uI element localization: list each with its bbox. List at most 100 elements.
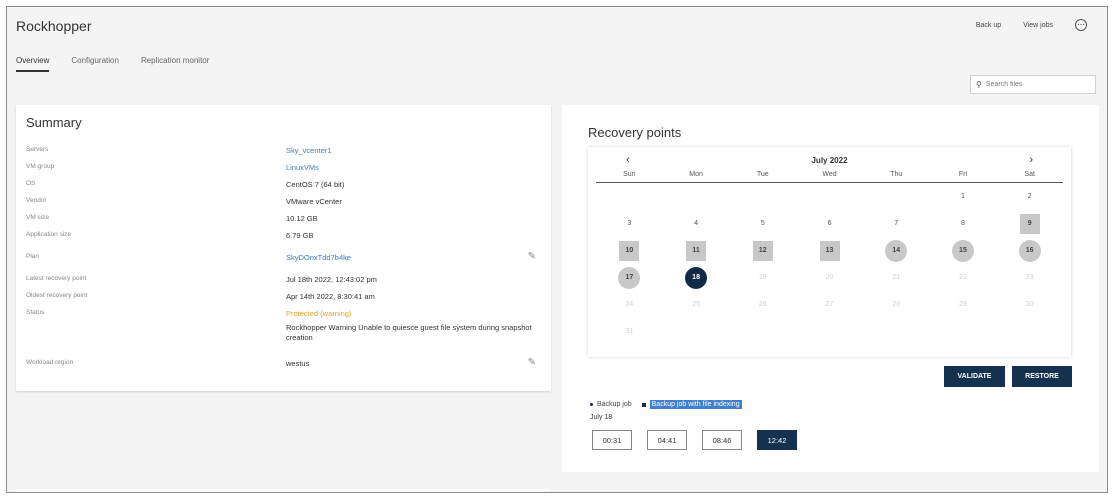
row-label: Servers xyxy=(26,146,49,153)
row-value: westus xyxy=(286,359,310,368)
edit-plan-icon[interactable]: ✎ xyxy=(528,251,536,262)
summary-row-vm-size: VM size 10.12 GB xyxy=(26,214,546,228)
servers-link[interactable]: Sky_vcenter1 xyxy=(286,146,536,156)
tab-configuration[interactable]: Configuration xyxy=(71,56,119,72)
calendar-day-disabled: 27 xyxy=(825,301,834,308)
plan-link[interactable]: SkyDOnxTdd7b4ke xyxy=(286,253,536,263)
vm-group-link[interactable]: LinuxVMs xyxy=(286,163,536,173)
calendar-day-backup[interactable]: 9 xyxy=(996,210,1063,237)
status-message: Rockhopper Warning Unable to quiesce gue… xyxy=(286,323,532,342)
calendar-day[interactable]: 1 xyxy=(930,183,997,210)
legend-label: Backup job xyxy=(597,401,632,408)
view-jobs-link[interactable]: View jobs xyxy=(1023,22,1053,29)
calendar-day-empty xyxy=(796,318,863,345)
recovery-time-chip[interactable]: 00:31 xyxy=(592,430,632,450)
calendar-day-backup[interactable]: 10 xyxy=(596,237,663,264)
summary-row-latest-recovery-point: Latest recovery point Jul 18th 2022, 12:… xyxy=(26,275,546,289)
row-label: Vendor xyxy=(26,197,47,204)
backup-link[interactable]: Back up xyxy=(976,22,1001,29)
calendar-day[interactable]: 7 xyxy=(863,210,930,237)
calendar-day-backup-indexed[interactable]: 15 xyxy=(930,237,997,264)
summary-row-vendor: Vendor VMware vCenter xyxy=(26,197,546,211)
calendar-day[interactable]: 8 xyxy=(930,210,997,237)
recovery-time-chip[interactable]: 04:41 xyxy=(647,430,687,450)
calendar-week: 10 11 12 13 14 15 16 xyxy=(596,237,1063,264)
day-number: 12 xyxy=(752,240,773,261)
row-label: Application size xyxy=(26,231,72,238)
calendar-day-disabled: 22 xyxy=(959,274,967,281)
calendar-week: 31 xyxy=(596,318,1063,345)
recovery-time-chip-selected[interactable]: 12:42 xyxy=(757,430,797,450)
app-window: Rockhopper Back up View jobs ⋯ Overview … xyxy=(6,6,1108,493)
weekday-header: Sun Mon Tue Wed Thu Fri Sat xyxy=(596,171,1063,183)
calendar-day-empty xyxy=(930,318,997,345)
search-box[interactable]: ⚲ xyxy=(970,75,1096,94)
square-icon xyxy=(641,402,646,407)
day-number: 10 xyxy=(619,240,640,261)
calendar-day[interactable]: 5 xyxy=(729,210,796,237)
summary-title: Summary xyxy=(26,115,82,130)
legend-backup-job-indexing: Backup job with file indexing xyxy=(641,400,742,409)
restore-button[interactable]: RESTORE xyxy=(1012,366,1072,387)
summary-row-application-size: Application size 6.79 GB xyxy=(26,231,546,245)
search-input[interactable] xyxy=(985,81,1086,88)
recovery-points-title: Recovery points xyxy=(588,125,682,140)
row-value: Apr 14th 2022, 8:30:41 am xyxy=(286,292,375,301)
dot-icon xyxy=(590,403,593,406)
day-number: 16 xyxy=(1018,239,1041,262)
recovery-time-list: 00:31 04:41 08:46 12:42 xyxy=(592,430,797,450)
calendar-day[interactable]: 6 xyxy=(796,210,863,237)
more-options-icon[interactable]: ⋯ xyxy=(1075,19,1087,31)
calendar-day-backup[interactable]: 12 xyxy=(729,237,796,264)
next-month-icon[interactable]: › xyxy=(1029,155,1033,166)
day-number: 11 xyxy=(686,240,707,261)
row-value: Jul 18th 2022, 12:43:02 pm xyxy=(286,275,377,284)
summary-row-servers: Servers Sky_vcenter1 xyxy=(26,146,546,160)
calendar-week: 17 18 19 20 21 22 23 xyxy=(596,264,1063,291)
legend-label: Backup job with file indexing xyxy=(649,400,742,409)
calendar-day-empty xyxy=(729,183,796,210)
calendar-day[interactable]: 2 xyxy=(996,183,1063,210)
row-label: VM group xyxy=(26,163,55,170)
row-label: OS xyxy=(26,180,36,187)
summary-row-status: Status Protected (warning) Rockhopper Wa… xyxy=(26,309,546,349)
summary-row-workload-region: Workload region westus ✎ xyxy=(26,357,546,373)
tab-replication-monitor[interactable]: Replication monitor xyxy=(141,56,209,72)
row-label: Workload region xyxy=(26,359,74,366)
calendar-day-backup-indexed[interactable]: 17 xyxy=(596,264,663,291)
summary-row-plan: Plan SkyDOnxTdd7b4ke ✎ xyxy=(26,251,546,267)
weekday: Mon xyxy=(689,171,703,178)
calendar-day[interactable]: 4 xyxy=(663,210,730,237)
calendar-day-backup[interactable]: 13 xyxy=(796,237,863,264)
row-label: VM size xyxy=(26,214,50,221)
row-value: 10.12 GB xyxy=(286,214,318,223)
calendar-day-backup-indexed[interactable]: 14 xyxy=(863,237,930,264)
calendar-day-empty xyxy=(596,183,663,210)
tab-overview[interactable]: Overview xyxy=(16,56,50,72)
weekday: Thu xyxy=(890,171,903,178)
calendar-day[interactable]: 3 xyxy=(596,210,663,237)
calendar-day-disabled: 30 xyxy=(1025,301,1034,308)
validate-button[interactable]: VALIDATE xyxy=(944,366,1005,387)
top-actions: Back up View jobs ⋯ xyxy=(976,19,1087,31)
summary-row-vm-group: VM group LinuxVMs xyxy=(26,163,546,177)
day-number: 13 xyxy=(819,240,840,261)
row-label: Latest recovery point xyxy=(26,275,87,282)
calendar-day-empty xyxy=(729,318,796,345)
weekday: Sat xyxy=(1024,171,1035,178)
recovery-points-card: Recovery points ‹ July 2022 › Sun Mon Tu… xyxy=(562,105,1099,472)
calendar-day-backup[interactable]: 11 xyxy=(663,237,730,264)
calendar-day-backup-indexed[interactable]: 16 xyxy=(996,237,1063,264)
edit-region-icon[interactable]: ✎ xyxy=(528,357,536,368)
calendar-week: 24 25 26 27 28 29 30 xyxy=(596,291,1063,318)
day-number: 15 xyxy=(951,239,974,262)
recovery-time-chip[interactable]: 08:46 xyxy=(702,430,742,450)
calendar-day-disabled: 28 xyxy=(892,301,901,308)
summary-card: Summary Servers Sky_vcenter1 VM group Li… xyxy=(16,105,551,391)
calendar-week: 1 2 xyxy=(596,183,1063,210)
calendar-day-empty xyxy=(663,183,730,210)
calendar-day-selected[interactable]: 18 xyxy=(663,264,730,291)
calendar-day-disabled: 23 xyxy=(1025,274,1034,281)
row-value: CentOS 7 (64 bit) xyxy=(286,180,345,189)
calendar-day-disabled: 24 xyxy=(625,301,634,308)
